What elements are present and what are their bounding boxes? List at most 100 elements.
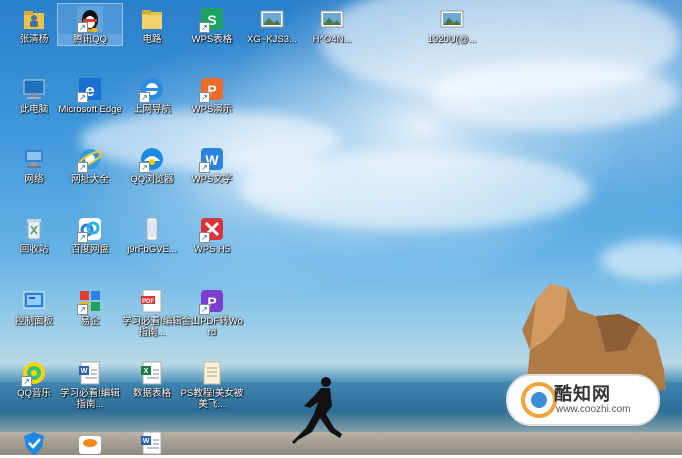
desktop-icon-label: QQ音乐 — [17, 388, 51, 399]
desktop-icon[interactable]: ↗ 腾讯QQ — [57, 3, 123, 46]
shortcut-arrow-icon: ↗ — [199, 162, 210, 173]
desktop-icon[interactable]: P ↗ 金山PDF转Word — [180, 286, 244, 338]
desktop-icon-label: 上网导航 — [132, 104, 171, 115]
desktop-icon-label: 回收站 — [19, 244, 49, 255]
desktop-icon[interactable]: ↗ WPS H5 — [180, 214, 244, 255]
shield-icon — [21, 430, 47, 456]
runner-silhouette — [292, 377, 342, 444]
desktop-icon[interactable]: 控制面板 — [2, 286, 66, 327]
svg-text:W: W — [143, 438, 150, 445]
desktop-icon[interactable] — [58, 428, 122, 458]
desktop-icon[interactable]: W — [120, 428, 184, 458]
desktop-icon[interactable]: ↗ 网址大全 — [58, 144, 122, 185]
browser-nav-icon: ↗ — [139, 76, 165, 103]
text-file-icon — [199, 360, 225, 386]
image-file-icon — [259, 6, 285, 32]
desktop-icon[interactable] — [2, 428, 66, 458]
desktop-icon-label: XG~KJS3... — [247, 34, 297, 45]
desktop-icon[interactable]: 回收站 — [2, 214, 66, 255]
desktop-icon[interactable]: X 数据表格 — [120, 358, 184, 399]
svg-text:PDF: PDF — [142, 299, 154, 305]
desktop-icon[interactable]: ↗ QQ浏览器 — [120, 144, 184, 185]
desktop-icon[interactable]: W 学习必看!编辑指南... — [58, 358, 122, 410]
desktop-icon-label: 电路 — [142, 34, 162, 45]
desktop-icon-label: 易企 — [80, 316, 100, 327]
desktop-icon[interactable]: e ↗ Microsoft Edge — [58, 74, 122, 115]
app-grid-icon: ↗ — [77, 288, 103, 315]
word-doc-icon: W — [77, 360, 103, 386]
desktop-icon-label: 数据表格 — [132, 388, 171, 399]
desktop-icon[interactable]: ↗ 百度网盘 — [58, 214, 122, 255]
shortcut-arrow-icon: ↗ — [77, 22, 88, 33]
phone-image-icon — [139, 216, 165, 242]
desktop-icon-label: PS教程!美女被美飞... — [180, 388, 244, 410]
desktop-icon-label: 百度网盘 — [70, 244, 109, 255]
baidu-netdisk-icon: ↗ — [77, 216, 103, 243]
shortcut-arrow-icon: ↗ — [139, 162, 150, 173]
desktop-icon-label: 1920U(@... — [427, 34, 477, 45]
qq-music-icon: ↗ — [21, 360, 47, 387]
desktop-icon-label: 学习必看!编辑指南... — [122, 316, 182, 338]
desktop-icon[interactable]: PDF 学习必看!编辑指南... — [120, 286, 184, 338]
desktop-icon[interactable]: H^O4N... — [300, 4, 364, 45]
shortcut-arrow-icon: ↗ — [77, 92, 88, 103]
desktop-icon-label: WPS文字 — [191, 174, 233, 185]
ie-browser-icon: ↗ — [77, 146, 103, 173]
svg-text:W: W — [81, 368, 88, 375]
desktop-icon[interactable]: S ↗ WPS表格 — [180, 4, 244, 45]
desktop-icon[interactable]: W ↗ WPS文字 — [180, 144, 244, 185]
desktop-icon[interactable]: XG~KJS3... — [240, 4, 304, 45]
network-icon — [21, 146, 47, 172]
desktop-icon[interactable]: 张清杨 — [2, 4, 66, 45]
qq-browser-icon: ↗ — [139, 146, 165, 173]
shortcut-arrow-icon: ↗ — [199, 22, 210, 33]
desktop-icon-label: j9rFbGVE... — [127, 244, 177, 255]
desktop-icon-label: 网址大全 — [70, 174, 109, 185]
desktop-icon[interactable]: 此电脑 — [2, 74, 66, 115]
desktop-icon-label: WPS H5 — [193, 244, 231, 255]
shortcut-arrow-icon: ↗ — [199, 232, 210, 243]
desktop-icon-label: WPS演示 — [191, 104, 233, 115]
desktop-icon[interactable]: P ↗ WPS演示 — [180, 74, 244, 115]
excel-icon: X — [139, 360, 165, 386]
shortcut-arrow-icon: ↗ — [199, 92, 210, 103]
desktop-icon[interactable]: PS教程!美女被美飞... — [180, 358, 244, 410]
pdf-icon: PDF — [139, 288, 165, 314]
desktop-icon[interactable]: ↗ 易企 — [58, 286, 122, 327]
desktop-icon-label: QQ浏览器 — [130, 174, 174, 185]
desktop-icon-label: H^O4N... — [312, 34, 352, 45]
watermark-name: 酷知网 — [554, 384, 611, 405]
folder-icon — [139, 6, 165, 32]
wps-writer-icon: W ↗ — [199, 146, 225, 173]
desktop-icon-label: 控制面板 — [14, 316, 53, 327]
desktop-icon-label: 此电脑 — [19, 104, 49, 115]
desktop-icon[interactable]: 1920U(@... — [420, 4, 484, 45]
user-folder-icon — [21, 6, 47, 32]
shortcut-arrow-icon: ↗ — [139, 92, 150, 103]
shortcut-arrow-icon: ↗ — [77, 232, 88, 243]
shortcut-arrow-icon: ↗ — [21, 376, 32, 387]
desktop-icon-label: 学习必看!编辑指南... — [60, 388, 120, 410]
desktop-icon-label: WPS表格 — [191, 34, 233, 45]
watermark-url: www.coozhi.com — [556, 404, 631, 415]
pdf-convert-icon: P ↗ — [199, 288, 225, 315]
desktop-icon-label: 金山PDF转Word — [181, 316, 243, 338]
desktop-icon[interactable]: ↗ QQ音乐 — [2, 358, 66, 399]
desktop-icon-label: 腾讯QQ — [58, 34, 122, 45]
image-file-icon — [439, 6, 465, 32]
desktop-icon-label: 张清杨 — [19, 34, 49, 45]
orange-app-icon — [77, 430, 103, 456]
desktop-icon[interactable]: 网络 — [2, 144, 66, 185]
word-doc-icon: W — [139, 430, 165, 456]
computer-icon — [21, 76, 47, 102]
image-file-icon — [319, 6, 345, 32]
edge-icon: e ↗ — [77, 76, 103, 103]
wps-sheet-icon: S ↗ — [199, 6, 225, 33]
shortcut-arrow-icon: ↗ — [77, 304, 88, 315]
desktop-icon[interactable]: j9rFbGVE... — [120, 214, 184, 255]
control-panel-icon — [21, 288, 47, 314]
desktop-icon-label: 网络 — [24, 174, 44, 185]
wps-h5-icon: ↗ — [199, 216, 225, 243]
desktop-icon[interactable]: ↗ 上网导航 — [120, 74, 184, 115]
desktop-icon[interactable]: 电路 — [120, 4, 184, 45]
